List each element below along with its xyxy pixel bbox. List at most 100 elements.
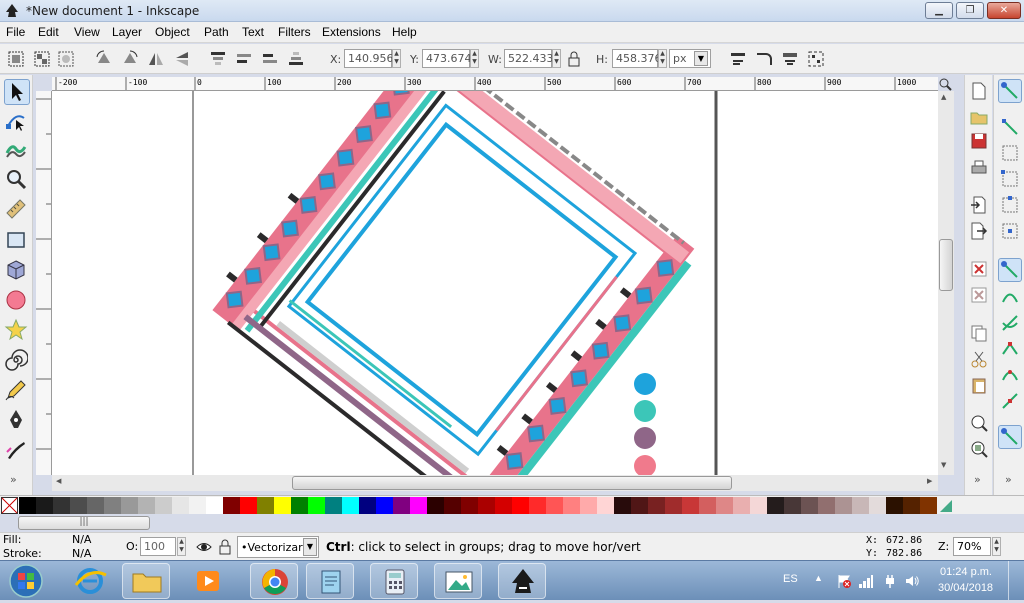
color-swatch[interactable] [716, 497, 733, 514]
zoom-selection-icon[interactable] [969, 413, 989, 433]
taskbar-notepad[interactable] [306, 563, 354, 599]
horizontal-scroll-thumb[interactable] [292, 476, 732, 490]
snap-cusp-icon[interactable] [1000, 339, 1020, 359]
select-tool[interactable] [4, 79, 30, 105]
start-button-icon[interactable] [6, 563, 46, 599]
tweak-tool[interactable] [4, 137, 30, 163]
menu-extensions[interactable]: Extensions [322, 25, 381, 39]
width-field[interactable]: 522.433 [504, 49, 554, 68]
color-swatch[interactable] [342, 497, 359, 514]
snap-midpoint-icon[interactable] [1000, 391, 1020, 411]
color-swatch[interactable] [19, 497, 36, 514]
taskbar-file-explorer[interactable] [122, 563, 170, 599]
close-button[interactable]: ✕ [987, 2, 1021, 19]
color-swatch[interactable] [461, 497, 478, 514]
language-indicator[interactable]: ES [783, 573, 798, 585]
color-swatch[interactable] [563, 497, 580, 514]
width-spinner[interactable]: ▲ ▼ [552, 49, 561, 68]
color-swatch[interactable] [206, 497, 223, 514]
3d-box-tool[interactable] [4, 258, 30, 284]
menu-view[interactable]: View [74, 25, 100, 39]
lock-ratio-icon[interactable] [566, 49, 582, 69]
color-swatch[interactable] [801, 497, 818, 514]
color-swatch[interactable] [410, 497, 427, 514]
color-swatch[interactable] [36, 497, 53, 514]
select-all-layers-icon[interactable] [32, 49, 52, 69]
rotate-ccw-icon[interactable] [94, 49, 114, 69]
transform-patterns-icon[interactable] [806, 49, 826, 69]
flip-horizontal-icon[interactable] [146, 49, 166, 69]
scale-stroke-icon[interactable] [728, 49, 748, 69]
print-icon[interactable] [969, 158, 989, 178]
color-swatch[interactable] [104, 497, 121, 514]
lower-to-bottom-icon[interactable] [286, 49, 306, 69]
color-swatch[interactable] [444, 497, 461, 514]
color-swatch[interactable] [376, 497, 393, 514]
node-tool[interactable] [4, 108, 30, 134]
fill-value[interactable]: N/A [72, 533, 91, 546]
rotate-cw-icon[interactable] [120, 49, 140, 69]
taskbar-photo-viewer[interactable] [434, 563, 482, 599]
color-swatch[interactable] [614, 497, 631, 514]
volume-icon[interactable] [904, 573, 920, 589]
lock-icon[interactable] [218, 539, 232, 555]
color-swatch[interactable] [87, 497, 104, 514]
menu-text[interactable]: Text [242, 25, 264, 39]
menu-object[interactable]: Object [155, 25, 190, 39]
more-snap-icon[interactable]: » [1005, 473, 1012, 486]
rectangle-tool[interactable] [4, 228, 30, 254]
new-document-icon[interactable] [969, 81, 989, 101]
color-swatch[interactable] [750, 497, 767, 514]
color-swatch[interactable] [478, 497, 495, 514]
color-swatch[interactable] [767, 497, 784, 514]
color-swatch[interactable] [648, 497, 665, 514]
color-swatch[interactable] [784, 497, 801, 514]
color-swatch[interactable] [138, 497, 155, 514]
redo-icon[interactable] [969, 285, 989, 305]
snap-bbox-icon[interactable] [1000, 117, 1020, 137]
color-swatch[interactable] [886, 497, 903, 514]
opacity-spinner[interactable]: ▲ ▼ [177, 537, 186, 556]
menu-edit[interactable]: Edit [38, 25, 59, 39]
more-tools-icon[interactable]: » [10, 473, 17, 486]
x-field[interactable]: 140.956 [344, 49, 394, 68]
eye-icon[interactable] [196, 540, 212, 554]
taskbar-internet-explorer[interactable] [66, 563, 114, 599]
color-swatch[interactable] [427, 497, 444, 514]
measure-tool[interactable] [4, 197, 30, 223]
palette-scrollbar[interactable]: ||| [18, 516, 150, 530]
color-swatch[interactable] [257, 497, 274, 514]
color-swatch[interactable] [172, 497, 189, 514]
clock-time[interactable]: 01:24 p.m. [940, 566, 992, 578]
ellipse-tool[interactable] [4, 288, 30, 314]
color-swatch[interactable] [70, 497, 87, 514]
export-icon[interactable] [969, 221, 989, 241]
action-center-flag-icon[interactable] [836, 573, 852, 589]
transform-gradients-icon[interactable] [780, 49, 800, 69]
signal-bars-icon[interactable] [858, 573, 874, 589]
color-swatch[interactable] [733, 497, 750, 514]
y-spinner[interactable]: ▲ ▼ [470, 49, 479, 68]
scroll-down-icon[interactable]: ▼ [941, 461, 946, 469]
copy-icon[interactable] [969, 323, 989, 343]
menu-path[interactable]: Path [204, 25, 229, 39]
zoom-tool[interactable] [4, 167, 30, 193]
lower-icon[interactable] [260, 49, 280, 69]
color-swatch[interactable] [835, 497, 852, 514]
cut-icon[interactable] [969, 349, 989, 369]
zoom-drawing-icon[interactable] [969, 439, 989, 459]
color-swatch[interactable] [274, 497, 291, 514]
snap-bbox-center-icon[interactable] [1000, 221, 1020, 241]
height-spinner[interactable]: ▲ ▼ [658, 49, 667, 68]
snap-bbox-edge-icon[interactable] [1000, 143, 1020, 163]
maximize-button[interactable]: ❐ [956, 2, 984, 19]
clock-date[interactable]: 30/04/2018 [938, 582, 993, 594]
color-swatch[interactable] [308, 497, 325, 514]
menu-layer[interactable]: Layer [112, 25, 142, 39]
vertical-scroll-thumb[interactable] [939, 239, 953, 291]
power-plug-icon[interactable] [882, 573, 898, 589]
star-tool[interactable] [4, 318, 30, 344]
import-icon[interactable] [969, 195, 989, 215]
color-swatch[interactable] [240, 497, 257, 514]
snap-nodes-toggle[interactable] [998, 258, 1022, 282]
